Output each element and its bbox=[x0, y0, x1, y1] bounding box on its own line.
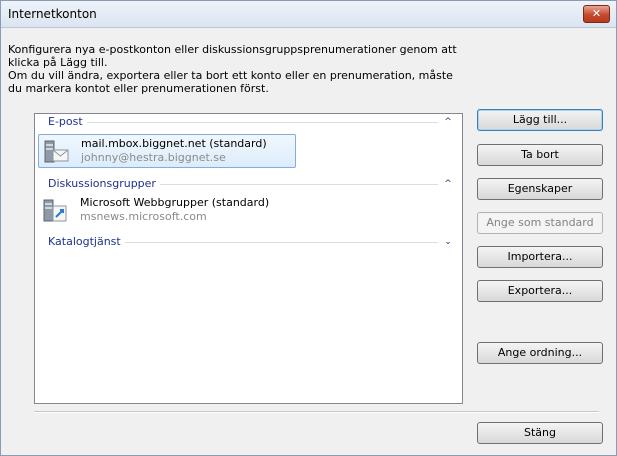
accounts-list[interactable]: E-post ^ mail.mbox.biggnet.net (standard… bbox=[34, 113, 463, 404]
import-button[interactable]: Importera... bbox=[477, 246, 603, 268]
set-default-button[interactable]: Ange som standard bbox=[477, 212, 603, 234]
description-line-2: Om du vill ändra, exportera eller ta bor… bbox=[8, 69, 453, 95]
description-line-1: Konfigurera nya e-postkonton eller disku… bbox=[8, 43, 457, 69]
account-name: mail.mbox.biggnet.net (standard) bbox=[81, 137, 267, 150]
group-label-newsgroups: Diskussionsgrupper bbox=[48, 177, 160, 190]
group-header-directory[interactable]: Katalogtjänst ⌄ bbox=[35, 235, 462, 251]
remove-button[interactable]: Ta bort bbox=[477, 144, 603, 166]
account-address: msnews.microsoft.com bbox=[80, 210, 207, 223]
divider bbox=[34, 411, 599, 413]
chevron-up-icon[interactable]: ^ bbox=[442, 178, 454, 190]
group-label-email: E-post bbox=[48, 115, 87, 128]
mail-server-icon bbox=[44, 140, 69, 163]
add-button[interactable]: Lägg till... bbox=[477, 109, 603, 131]
account-address: johnny@hestra.biggnet.se bbox=[81, 151, 226, 164]
group-divider bbox=[48, 122, 438, 123]
set-order-button[interactable]: Ange ordning... bbox=[477, 342, 603, 364]
title-bar[interactable]: Internetkonton ✕ bbox=[1, 1, 616, 28]
news-server-icon bbox=[43, 199, 67, 222]
group-header-email[interactable]: E-post ^ bbox=[35, 115, 462, 131]
properties-button[interactable]: Egenskaper bbox=[477, 178, 603, 200]
close-button[interactable]: Stäng bbox=[477, 422, 603, 444]
account-item-news[interactable]: Microsoft Webbgrupper (standard) msnews.… bbox=[38, 194, 296, 228]
window-title: Internetkonton bbox=[8, 7, 97, 21]
export-button[interactable]: Exportera... bbox=[477, 280, 603, 302]
internet-accounts-dialog: Internetkonton ✕ Konfigurera nya e-postk… bbox=[0, 0, 617, 456]
account-name: Microsoft Webbgrupper (standard) bbox=[80, 196, 270, 209]
description: Konfigurera nya e-postkonton eller disku… bbox=[8, 43, 468, 95]
chevron-down-icon[interactable]: ⌄ bbox=[442, 236, 454, 248]
group-header-newsgroups[interactable]: Diskussionsgrupper ^ bbox=[35, 177, 462, 193]
group-label-directory: Katalogtjänst bbox=[48, 235, 125, 248]
account-item-mail[interactable]: mail.mbox.biggnet.net (standard) johnny@… bbox=[38, 134, 296, 168]
chevron-up-icon[interactable]: ^ bbox=[442, 116, 454, 128]
close-icon[interactable]: ✕ bbox=[583, 5, 610, 23]
